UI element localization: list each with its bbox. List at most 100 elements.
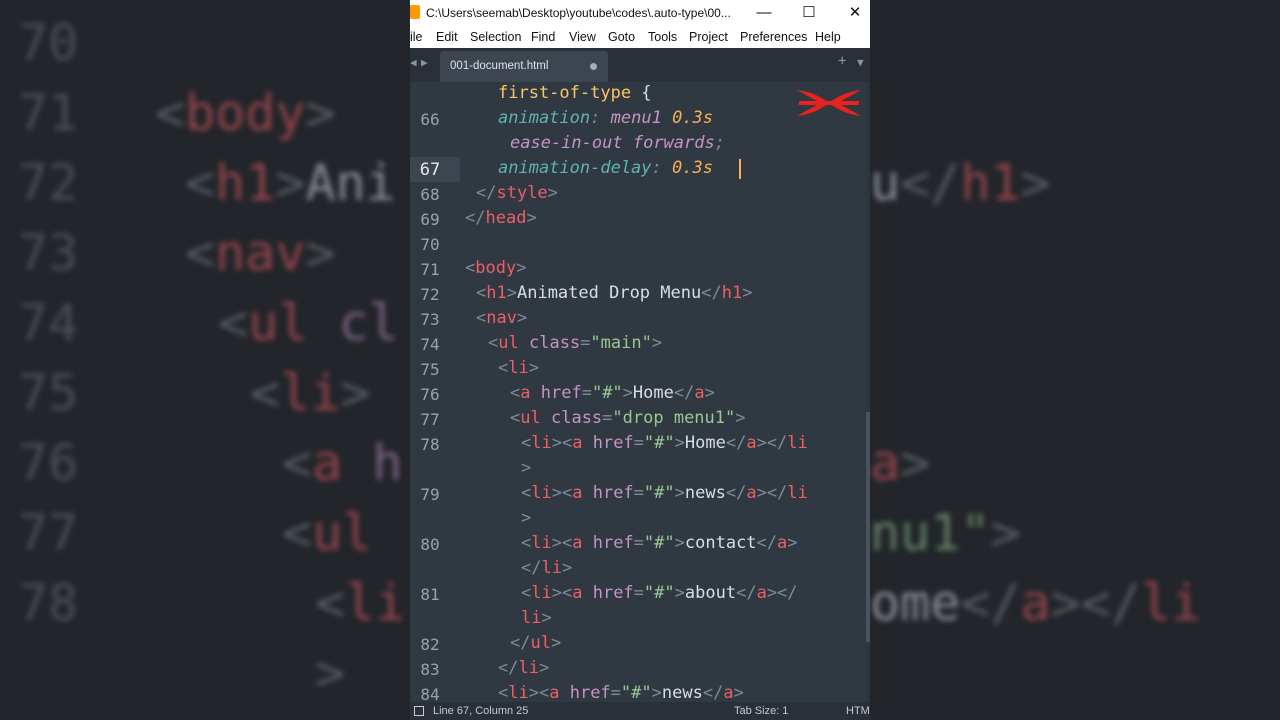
code-token: >: [547, 183, 558, 203]
code-token: li: [508, 683, 529, 703]
code-token: h1: [721, 283, 743, 303]
code-token: >: [561, 558, 573, 578]
code-line[interactable]: <ul class="main">: [488, 333, 662, 353]
menu-find[interactable]: Find: [531, 30, 555, 44]
background-code-text: <li>: [250, 358, 370, 428]
code-token: >: [305, 84, 336, 142]
code-line[interactable]: </style>: [476, 183, 558, 203]
line-number: 79: [420, 485, 440, 504]
code-token: h1: [215, 154, 276, 212]
menu-preferences[interactable]: Preferences: [740, 30, 807, 44]
code-line[interactable]: <li><a href="#">contact</a>: [521, 533, 798, 553]
code-token: <: [218, 294, 249, 352]
code-token: <: [155, 84, 186, 142]
code-token: a: [549, 683, 560, 703]
code-token: ul: [248, 294, 309, 352]
code-line[interactable]: animation-delay: 0.3s: [498, 158, 713, 178]
code-token: "#": [643, 583, 675, 603]
code-line[interactable]: </head>: [465, 208, 537, 228]
line-number: 71: [420, 260, 440, 279]
code-line[interactable]: <li>: [498, 358, 539, 378]
code-line[interactable]: <h1>Animated Drop Menu</h1>: [476, 283, 752, 303]
code-line[interactable]: <li><a href="#">news</a></li: [521, 483, 808, 503]
code-line[interactable]: ease-in-out forwards;: [510, 133, 725, 153]
code-token: li: [531, 483, 552, 503]
code-token: a: [572, 533, 583, 553]
tab-scroll-right-icon[interactable]: ▶: [421, 56, 428, 69]
code-line[interactable]: <body>: [465, 258, 526, 278]
menu-goto[interactable]: Goto: [608, 30, 635, 44]
code-line[interactable]: </li>: [498, 658, 549, 678]
panel-toggle-icon[interactable]: [414, 706, 424, 716]
code-token: >: [275, 154, 306, 212]
code-line[interactable]: animation: menu1 0.3s: [498, 108, 713, 128]
minimize-button[interactable]: —: [749, 2, 779, 24]
tab-scroll-left-icon[interactable]: ◀: [410, 56, 417, 69]
code-token: nu1": [870, 504, 991, 562]
code-token: <: [521, 483, 532, 503]
menu-help[interactable]: Help: [815, 30, 841, 44]
code-token: >: [742, 283, 753, 303]
code-area[interactable]: first-of-type {66 animation: menu1 0.3s ea…: [410, 82, 870, 704]
code-token: "#": [591, 383, 623, 403]
code-line[interactable]: <li><a href="#">about</a></: [521, 583, 798, 603]
code-token: </: [498, 658, 519, 678]
code-line[interactable]: </ul>: [510, 633, 561, 653]
code-token: <: [510, 383, 521, 403]
menu-edit[interactable]: Edit: [436, 30, 458, 44]
code-token: about: [684, 583, 737, 603]
code-line[interactable]: first-of-type {: [498, 83, 652, 103]
maximize-button[interactable]: ☐: [794, 2, 824, 24]
syntax-indicator[interactable]: HTM: [846, 705, 870, 717]
code-token: li: [521, 608, 542, 628]
menu-file[interactable]: ile: [410, 30, 423, 44]
code-line[interactable]: <a href="#">Home</a>: [510, 383, 715, 403]
code-line[interactable]: </li>: [521, 558, 572, 578]
code-token: >: [538, 658, 550, 678]
menu-selection[interactable]: Selection: [470, 30, 521, 44]
background-code-text: >: [315, 638, 345, 708]
menu-project[interactable]: Project: [689, 30, 728, 44]
code-token: a: [746, 483, 757, 503]
code-token: =: [633, 533, 644, 553]
code-token: href: [592, 483, 634, 503]
code-token: >: [521, 508, 532, 528]
code-token: li: [787, 483, 808, 503]
code-token: li: [345, 574, 406, 632]
code-line[interactable]: <nav>: [476, 308, 527, 328]
line-number: 67: [419, 160, 441, 180]
new-tab-plus-icon[interactable]: +: [838, 53, 846, 69]
code-token: Home: [632, 383, 674, 403]
code-token: ome: [870, 574, 961, 632]
scrollbar-thumb[interactable]: [866, 412, 870, 642]
code-token: </: [476, 183, 497, 203]
code-token: ><: [551, 433, 573, 453]
line-number: 72: [420, 285, 440, 304]
code-line[interactable]: li>: [521, 608, 552, 628]
tab-size-indicator[interactable]: Tab Size: 1: [734, 705, 788, 717]
code-line[interactable]: <li><a href="#">news</a>: [498, 683, 744, 703]
unsaved-dot-icon[interactable]: [590, 63, 597, 70]
code-token: >: [733, 683, 744, 703]
code-line[interactable]: >: [521, 508, 531, 528]
line-number: 82: [420, 635, 440, 654]
tab-list-chevron-icon[interactable]: ▼: [857, 56, 864, 69]
vertical-scrollbar[interactable]: [866, 82, 870, 702]
channel-logo-icon: [797, 90, 861, 116]
code-token: >: [900, 434, 931, 492]
code-token: <: [510, 408, 521, 428]
background-code-right: nu1">: [870, 498, 1280, 568]
code-token: </: [521, 558, 542, 578]
code-token: >: [516, 308, 528, 328]
code-token: ;: [714, 133, 725, 153]
close-button[interactable]: ✕: [840, 2, 870, 24]
menu-tools[interactable]: Tools: [648, 30, 677, 44]
code-line[interactable]: <ul class="drop menu1">: [510, 408, 746, 428]
code-line[interactable]: <li><a href="#">Home</a></li: [521, 433, 808, 453]
code-line[interactable]: >: [521, 458, 531, 478]
menu-view[interactable]: View: [569, 30, 596, 44]
tab-document[interactable]: 001-document.html: [440, 51, 608, 82]
